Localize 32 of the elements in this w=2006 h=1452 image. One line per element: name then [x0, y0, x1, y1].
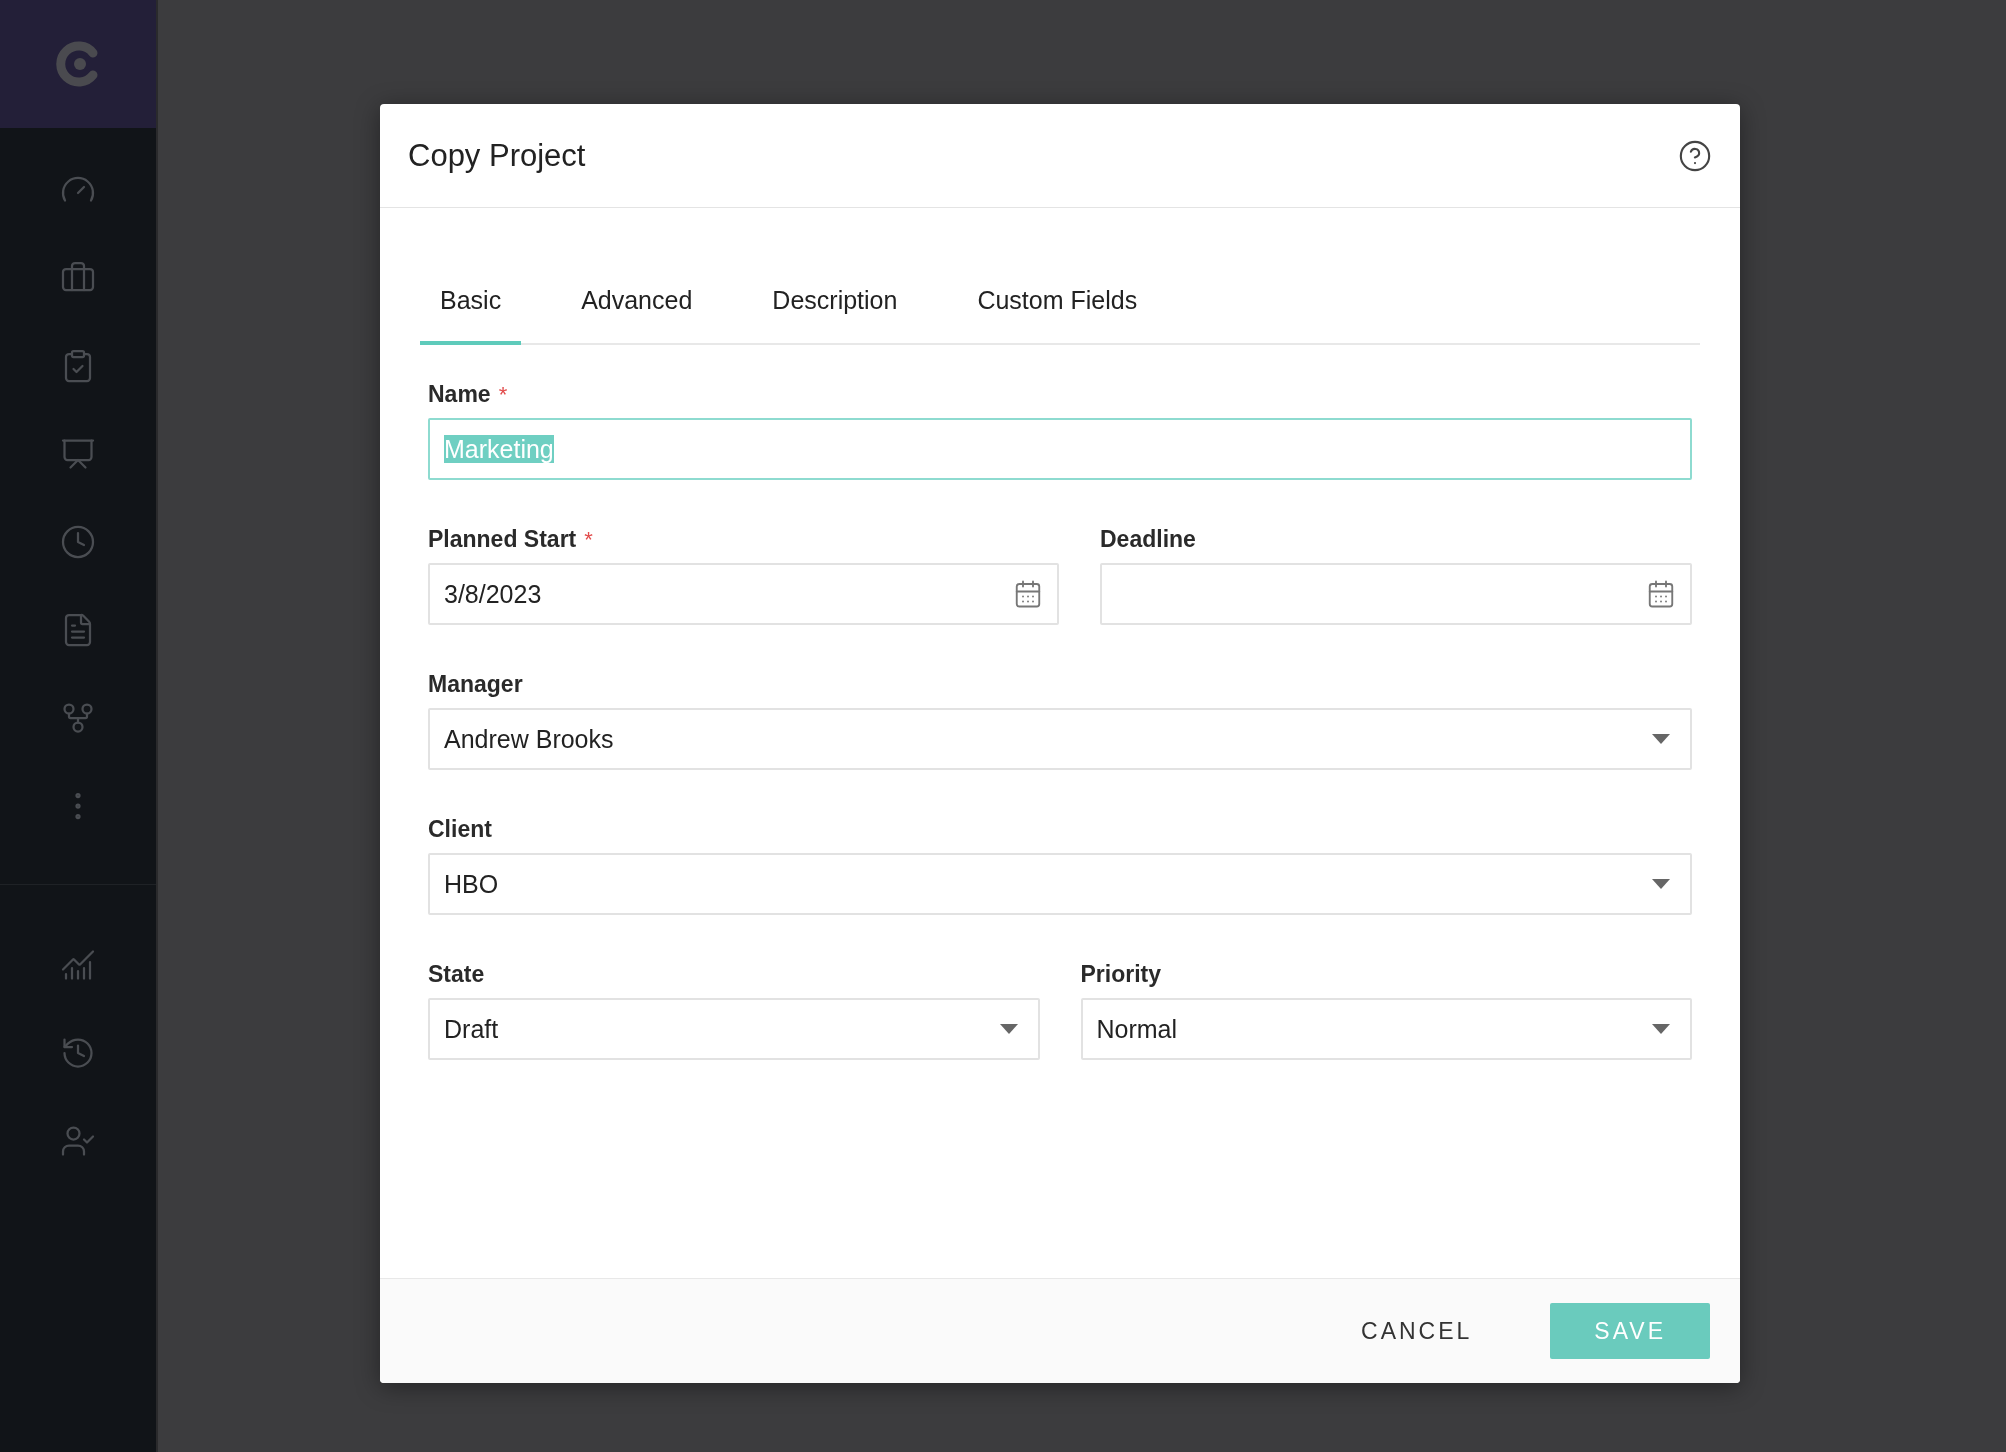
- caret-icon: [1652, 734, 1670, 744]
- clock-icon[interactable]: [60, 524, 96, 560]
- field-label: Deadline: [1100, 526, 1196, 553]
- required-mark: *: [498, 382, 508, 408]
- presentation-icon[interactable]: [60, 436, 96, 472]
- dropdown-field[interactable]: Normal: [1080, 998, 1692, 1060]
- dropdown-field[interactable]: Draft: [428, 998, 1040, 1060]
- field-label: Priority: [1080, 961, 1162, 988]
- caret-icon: [1652, 879, 1670, 889]
- tab[interactable]: Basic: [420, 264, 522, 345]
- calendar-icon[interactable]: [1646, 579, 1676, 609]
- dialog-title: Copy Project: [408, 137, 586, 174]
- caret-icon: [1652, 1024, 1670, 1034]
- field-label: Name: [428, 381, 491, 408]
- help-icon[interactable]: [1678, 138, 1712, 173]
- cancel-button[interactable]: CANCEL: [1317, 1303, 1517, 1359]
- tab[interactable]: Custom Fields: [957, 264, 1158, 345]
- field-label: Manager: [428, 671, 523, 698]
- dropdown-field[interactable]: Andrew Brooks: [428, 708, 1692, 770]
- calendar-icon[interactable]: [1013, 579, 1043, 609]
- tab[interactable]: Description: [752, 264, 918, 345]
- required-mark: *: [584, 527, 593, 553]
- history-icon[interactable]: [60, 1035, 96, 1071]
- field-label: Client: [428, 816, 492, 843]
- caret-icon: [999, 1024, 1018, 1034]
- tab[interactable]: Advanced: [561, 264, 713, 345]
- field-label: State: [428, 961, 485, 988]
- date-field[interactable]: 3/8/2023: [428, 563, 1059, 625]
- fork-icon[interactable]: [60, 700, 96, 736]
- date-field[interactable]: [1100, 563, 1692, 625]
- field-label: Planned Start: [428, 526, 577, 553]
- dropdown-field[interactable]: HBO: [428, 853, 1692, 915]
